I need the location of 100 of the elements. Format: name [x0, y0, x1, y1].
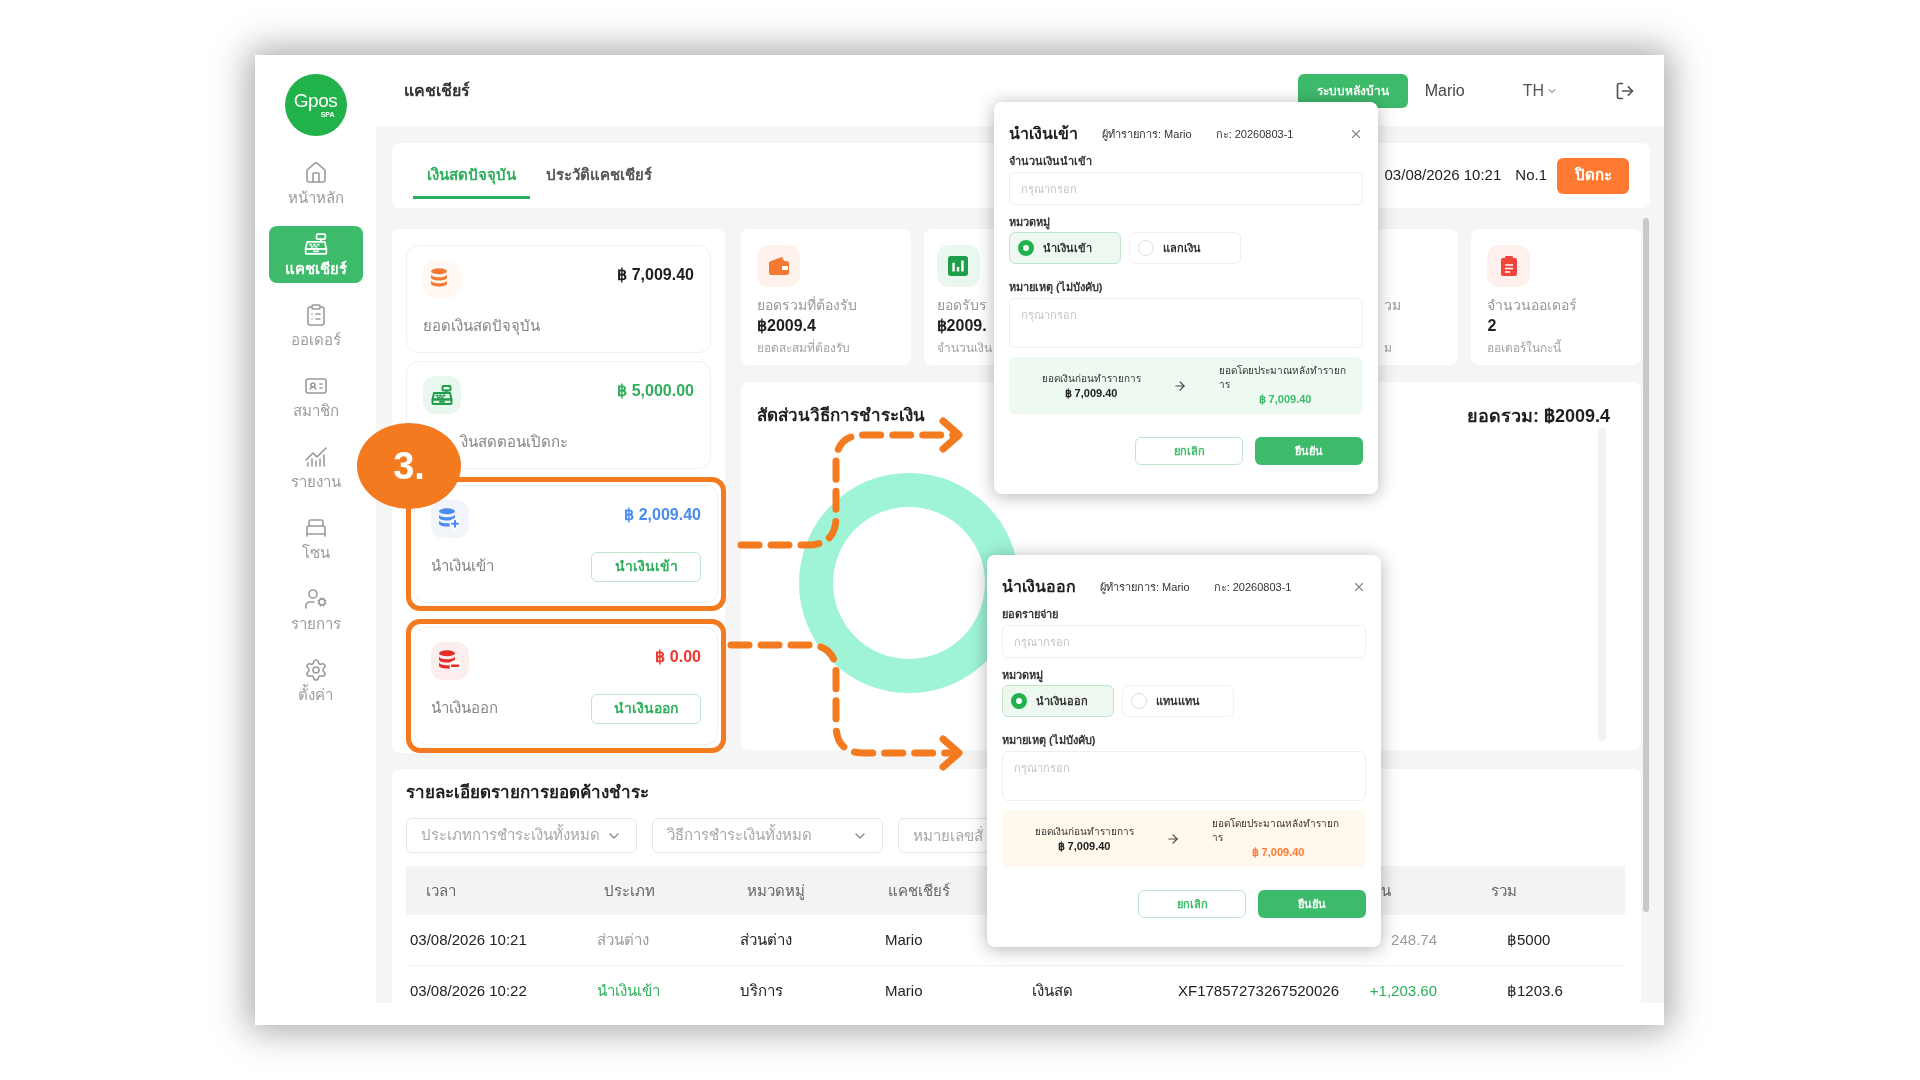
field-label: ยอดรายจ่าย [1002, 607, 1058, 621]
table-cell: XF17857273267520026 [1178, 982, 1339, 999]
radio-icon [1131, 693, 1147, 709]
step-badge: 3. [357, 423, 461, 509]
radio-option[interactable]: แทนแทน [1122, 685, 1234, 717]
field-label: หมวดหมู่ [1009, 215, 1050, 229]
summary-amount: ฿ 7,009.40 [1258, 392, 1312, 407]
shift-id-text: กะ: 20260803-1 [1215, 126, 1294, 142]
confirm-button[interactable]: ยืนยัน [1258, 890, 1366, 918]
table-cell: ฿1203.6 [1507, 982, 1563, 999]
radio-icon [1138, 240, 1154, 256]
column-header: ประเภท [604, 881, 655, 899]
logout-icon[interactable] [1615, 80, 1635, 101]
amount-text: ฿ 2,009.40 [624, 505, 701, 525]
summary-amount: ฿ 7,009.40 [1251, 845, 1305, 860]
stat-label: วม [1383, 296, 1401, 315]
field-label: หมายเหตุ (ไม่บังคับ) [1009, 280, 1103, 294]
table-cell: ส่วนต่าง [597, 931, 649, 948]
page-title: แคชเชียร์ [404, 80, 470, 101]
cash-register-icon [303, 231, 328, 256]
column-header: แคชเชียร์ [888, 881, 950, 899]
card-label: นำเงินเข้า [431, 556, 494, 577]
field-label: หมายเหตุ (ไม่บังคับ) [1002, 733, 1096, 747]
table-cell: 03/08/2026 10:22 [410, 982, 527, 999]
user-name: Mario [1424, 80, 1465, 101]
radio-option[interactable]: นำเงินเข้า [1009, 232, 1121, 264]
coins-minus-icon [431, 642, 469, 680]
action-button[interactable]: นำเงินออก [591, 693, 701, 724]
operator-text: ผู้ทำรายการ: Mario [1100, 579, 1190, 596]
bar-chart-icon [936, 245, 980, 287]
table-cell: เงินสด [1032, 982, 1073, 999]
sidebar-item[interactable]: แคชเชียร์ [268, 226, 363, 283]
chart-icon [303, 444, 328, 469]
section-title: รายละเอียดรายการยอดค้างชำระ [406, 782, 649, 804]
radio-option[interactable]: นำเงินออก [1002, 685, 1114, 717]
coins-plus-icon [431, 500, 469, 538]
column-header: รวม [1491, 881, 1517, 899]
stat-value: 2 [1487, 316, 1497, 336]
radio-icon [1018, 240, 1034, 256]
column-header: น [1381, 881, 1391, 899]
chart-total: ยอดรวม: ฿2009.4 [1466, 405, 1610, 428]
summary-label: ยอดโดยประมาณหลังทำรายการ [1212, 817, 1340, 845]
card-label: ยอดเงินสดปัจจุบัน [423, 316, 540, 338]
amount-text: ฿ 7,009.40 [617, 265, 694, 285]
table-cell: 248.74 [1391, 931, 1437, 948]
close-icon[interactable] [1349, 127, 1363, 141]
tab[interactable]: ประวัติแคชเชียร์ [532, 155, 666, 199]
amount-text: ฿ 0.00 [655, 647, 701, 667]
cancel-button[interactable]: ยกเลิก [1138, 890, 1246, 918]
stat-note: ยอดสะสมที่ต้องรับ [757, 339, 850, 357]
cancel-button[interactable]: ยกเลิก [1135, 437, 1243, 465]
stat-label: ยอดรวมที่ต้องรับ [757, 295, 857, 315]
shift-number: No.1 [1515, 165, 1547, 186]
note-input[interactable]: กรุณากรอก [1002, 751, 1366, 801]
summary-label: ยอดเงินก่อนทำรายการ [1034, 824, 1134, 839]
cash-register-icon [423, 376, 461, 414]
coins-icon [423, 260, 461, 298]
column-header: เวลา [426, 881, 456, 899]
scrollbar[interactable] [1643, 218, 1649, 912]
filter-dropdown[interactable]: ประเภทการชำระเงินทั้งหมด [406, 818, 637, 853]
close-icon[interactable] [1352, 580, 1366, 594]
radio-option[interactable]: แลกเงิน [1129, 232, 1241, 264]
amount-input[interactable]: กรุณากรอก [1009, 172, 1363, 205]
summary-amount: ฿ 7,009.40 [1057, 838, 1111, 854]
table-cell: 03/08/2026 10:21 [410, 931, 527, 948]
filter-dropdown[interactable]: วิธีการชำระเงินทั้งหมด [652, 818, 883, 853]
action-button[interactable]: นำเงินเข้า [591, 551, 701, 582]
close-shift-button[interactable]: ปิดกะ [1557, 157, 1629, 194]
user-gear-icon [303, 586, 328, 611]
shift-id-text: กะ: 20260803-1 [1213, 579, 1292, 595]
language-selector[interactable]: TH [1522, 78, 1558, 103]
radio-icon [1011, 693, 1027, 709]
table-cell: ส่วนต่าง [740, 931, 792, 948]
table-cell: +1,203.60 [1369, 982, 1437, 999]
table-cell: Mario [885, 982, 923, 999]
amount-input[interactable]: กรุณากรอก [1002, 625, 1366, 658]
amount-text: ฿ 5,000.00 [617, 381, 694, 401]
table-cell: บริการ [740, 982, 783, 999]
confirm-button[interactable]: ยืนยัน [1255, 437, 1363, 465]
operator-text: ผู้ทำรายการ: Mario [1102, 126, 1192, 143]
table-cell: นำเงินเข้า [597, 982, 660, 999]
stat-value: ฿2009.4 [757, 316, 816, 336]
house-icon [303, 160, 328, 185]
logo-text: Gpos [293, 91, 338, 111]
backoffice-button[interactable]: ระบบหลังบ้าน [1297, 73, 1408, 108]
column-header: หมวดหมู่ [747, 881, 805, 899]
chart-title: สัดส่วนวิธีการชำระเงิน [757, 405, 925, 427]
stat-label: จำนวนออเดอร์ [1487, 296, 1578, 315]
shift-datetime: 03/08/2026 10:21 [1384, 165, 1502, 186]
note-input[interactable]: กรุณากรอก [1009, 298, 1363, 348]
card-label: นำเงินออก [431, 698, 498, 719]
stat-note: ออเดอร์ในกะนี้ [1487, 339, 1562, 357]
field-label: จำนวนเงินนำเข้า [1009, 154, 1092, 168]
stat-label: ยอดรับร [936, 296, 987, 315]
stat-value: ฿2009. [936, 316, 987, 336]
stat-note: ม [1383, 340, 1392, 357]
stat-note: จำนวนเงิน [936, 340, 992, 357]
summary-label: ยอดเงินก่อนทำรายการ [1041, 371, 1141, 386]
tab[interactable]: เงินสดปัจจุบัน [413, 155, 530, 199]
dialog-title: นำเงินเข้า [1009, 124, 1078, 144]
